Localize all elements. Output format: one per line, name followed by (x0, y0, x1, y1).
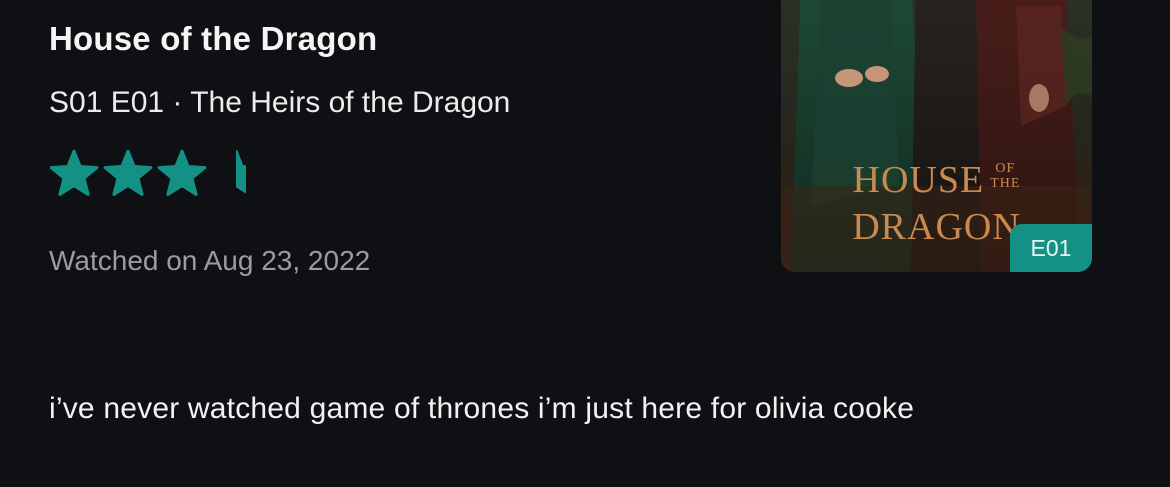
episode-badge: E01 (1010, 224, 1092, 272)
show-title[interactable]: House of the Dragon (49, 20, 377, 58)
half-star-icon (236, 150, 246, 194)
poster-logo-small: OF THE (990, 161, 1020, 191)
star-icon (103, 150, 153, 196)
watched-date: Watched on Aug 23, 2022 (49, 245, 371, 276)
star-rating (50, 150, 246, 196)
poster-logo-small-top: OF (995, 161, 1016, 176)
poster-logo-line1: HOUSE (852, 159, 985, 201)
star-icon (157, 150, 207, 196)
poster-logo-small-bottom: THE (990, 176, 1021, 191)
episode-title[interactable]: S01 E01 · The Heirs of the Dragon (49, 86, 510, 120)
episode-poster[interactable]: HOUSE OF THE DRAGON E01 (781, 0, 1092, 272)
star-icon (50, 150, 99, 196)
review-text: i’ve never watched game of thrones i’m j… (49, 392, 915, 425)
